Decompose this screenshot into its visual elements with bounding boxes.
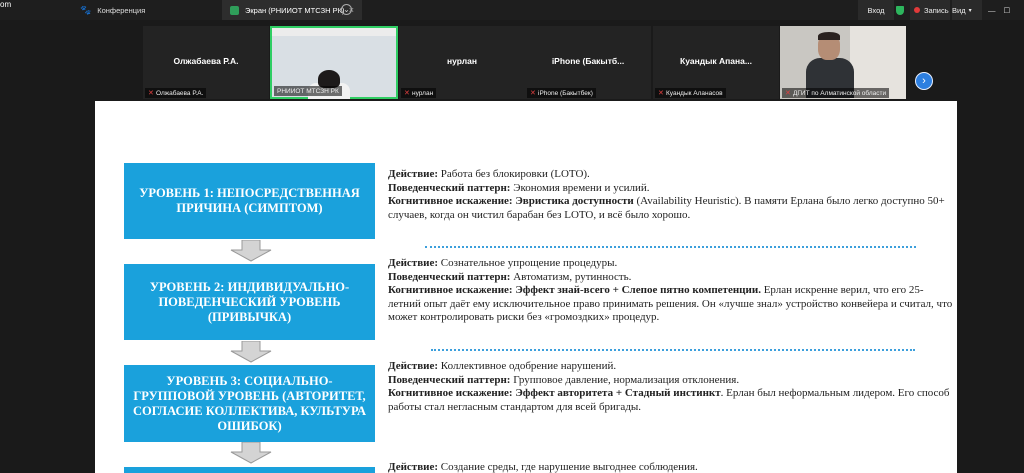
participant-label-text: Олжабаева Р.А.	[156, 89, 204, 97]
minimize-icon[interactable]: —	[988, 6, 996, 15]
description-block-4: Действие: Создание среды, где нарушение …	[388, 461, 953, 473]
action-text: Работа без блокировки (LOTO).	[438, 168, 590, 180]
participant-name: iPhone (Бакытб...	[551, 56, 625, 66]
participant-label: ✕ нурлан	[401, 88, 437, 98]
dotted-divider	[425, 246, 916, 248]
bias-label: Когнитивное искажение:	[388, 195, 513, 208]
mic-muted-icon: ✕	[148, 89, 154, 97]
participant-tile-active[interactable]: РНИИОТ МТСЗН РК	[270, 26, 398, 99]
maximize-icon[interactable]: ☐	[1004, 6, 1011, 15]
participant-label-text: iPhone (Бакытбек)	[538, 89, 593, 97]
participant-label-text: РНИИОТ МТСЗН РК	[277, 87, 339, 95]
pattern-label: Поведенческий паттерн:	[388, 181, 511, 194]
record-button[interactable]: Запись	[910, 0, 950, 20]
record-dot-icon	[914, 7, 920, 13]
action-label: Действие:	[388, 257, 439, 269]
participant-label-text: нурлан	[412, 89, 434, 97]
bias-label: Когнитивное искажение:	[388, 284, 513, 297]
action-text: Создание среды, где нарушение выгоднее с…	[438, 461, 698, 473]
level-box-2: УРОВЕНЬ 2: ИНДИВИДУАЛЬНО-ПОВЕДЕНЧЕСКИЙ У…	[124, 264, 375, 340]
chevron-right-icon: ›	[922, 75, 926, 87]
login-label: Вход	[867, 5, 885, 15]
paw-icon: 🐾	[80, 4, 92, 15]
new-tab-icon[interactable]: ⌄	[341, 4, 352, 15]
next-page-button[interactable]: ›	[915, 72, 933, 90]
participant-tile[interactable]: нурлан ✕ нурлан	[399, 26, 525, 99]
bias-name: Эффект знай-всего + Слепое пятно компете…	[512, 284, 761, 297]
view-menu-button[interactable]: Вид ▾	[952, 0, 982, 20]
video-background	[272, 28, 396, 36]
level-box-4	[124, 467, 375, 473]
participant-tile[interactable]: Олжабаева Р.А. ✕ Олжабаева Р.А.	[143, 26, 269, 99]
participant-label-text: ДГИТ по Алматинской области	[793, 89, 887, 97]
tab-conference-label: Конференция	[97, 5, 146, 15]
down-arrow-icon	[230, 442, 272, 464]
bias-name: Эвристика доступности	[512, 195, 634, 208]
participant-label: ✕ iPhone (Бакытбек)	[527, 88, 596, 98]
pattern-text: Групповое давление, нормализация отклоне…	[510, 373, 740, 386]
level-box-1: УРОВЕНЬ 1: НЕПОСРЕДСТВЕННАЯ ПРИЧИНА (СИМ…	[124, 163, 375, 239]
tab-conference[interactable]: 🐾 Конференция	[72, 0, 222, 20]
participant-tile[interactable]: iPhone (Бакытб... ✕ iPhone (Бакытбек)	[525, 26, 651, 99]
action-label: Действие:	[388, 360, 439, 372]
screen-share-icon	[230, 5, 239, 15]
window-top-bar: om rkplace 🐾 Конференция Экран (РНИИОТ М…	[0, 0, 1024, 86]
shield-icon	[896, 0, 908, 20]
login-button[interactable]: Вход	[858, 0, 894, 20]
chevron-down-icon: ▾	[968, 7, 972, 14]
dotted-divider	[431, 349, 915, 351]
action-label: Действие:	[388, 168, 439, 180]
down-arrow-icon	[230, 240, 272, 262]
shared-slide: УРОВЕНЬ 1: НЕПОСРЕДСТВЕННАЯ ПРИЧИНА (СИМ…	[95, 101, 957, 473]
participant-name: Куандык Апана...	[680, 56, 752, 66]
participant-label: РНИИОТ МТСЗН РК	[274, 86, 342, 96]
participant-label: ✕ ДГИТ по Алматинской области	[782, 88, 890, 98]
participant-strip: Олжабаева Р.А. ✕ Олжабаева Р.А. РНИИОТ МТ…	[0, 20, 1024, 100]
down-arrow-icon	[230, 341, 272, 363]
participant-tile[interactable]: Куандык Апана... ✕ Куандык Аланасов	[653, 26, 779, 99]
participant-label-text: Куандык Аланасов	[666, 89, 723, 97]
participant-tile[interactable]: ✕ ДГИТ по Алматинской области	[780, 26, 906, 99]
action-text: Коллективное одобрение нарушений.	[438, 360, 617, 372]
description-block-2: Действие: Сознательное упрощение процеду…	[388, 257, 953, 325]
participant-name: нурлан	[447, 56, 477, 66]
level-box-3: УРОВЕНЬ 3: СОЦИАЛЬНО-ГРУППОВОЙ УРОВЕНЬ (…	[124, 365, 375, 442]
bias-name: Эффект авторитета + Стадный инстинкт	[512, 387, 721, 400]
tab-screen-label: Экран (РНИИОТ МТСЗН РК)	[245, 5, 345, 15]
action-text: Сознательное упрощение процедуры.	[438, 257, 618, 269]
pattern-text: Экономия времени и усилий.	[510, 181, 650, 194]
description-block-1: Действие: Работа без блокировки (LOTO). …	[388, 168, 953, 222]
view-label: Вид	[952, 5, 966, 15]
record-label: Запись	[924, 5, 949, 15]
pattern-label: Поведенческий паттерн:	[388, 373, 511, 386]
pattern-text: Автоматизм, рутинность.	[510, 270, 632, 283]
description-block-3: Действие: Коллективное одобрение нарушен…	[388, 360, 953, 414]
pattern-label: Поведенческий паттерн:	[388, 270, 511, 283]
bias-label: Когнитивное искажение:	[388, 387, 513, 400]
participant-label: ✕ Куандык Аланасов	[655, 88, 726, 98]
participant-label: ✕ Олжабаева Р.А.	[145, 88, 207, 98]
mic-muted-icon: ✕	[658, 89, 664, 97]
mic-muted-icon: ✕	[530, 89, 536, 97]
participant-name: Олжабаева Р.А.	[173, 56, 239, 66]
mic-muted-icon: ✕	[404, 89, 410, 97]
action-label: Действие:	[388, 461, 439, 473]
window-controls: — ☐	[988, 0, 1024, 20]
video-person-hair	[818, 32, 840, 40]
mic-muted-icon: ✕	[785, 89, 791, 97]
